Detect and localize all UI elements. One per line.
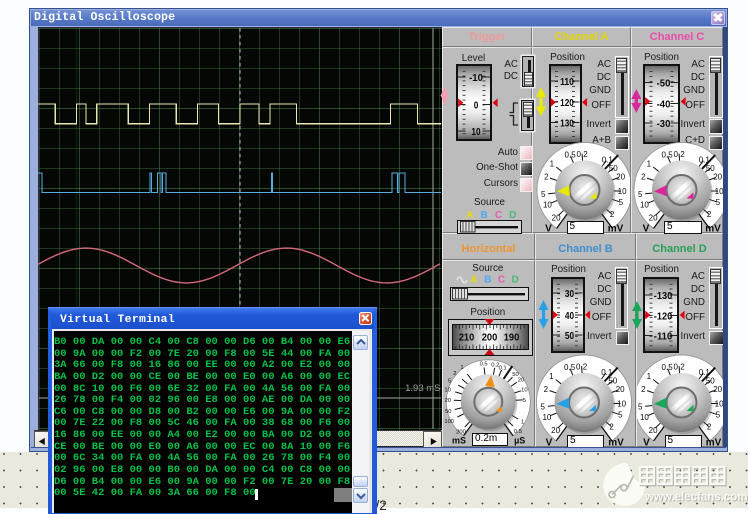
svg-text:www.elecfans.com: www.elecfans.com (644, 492, 747, 504)
